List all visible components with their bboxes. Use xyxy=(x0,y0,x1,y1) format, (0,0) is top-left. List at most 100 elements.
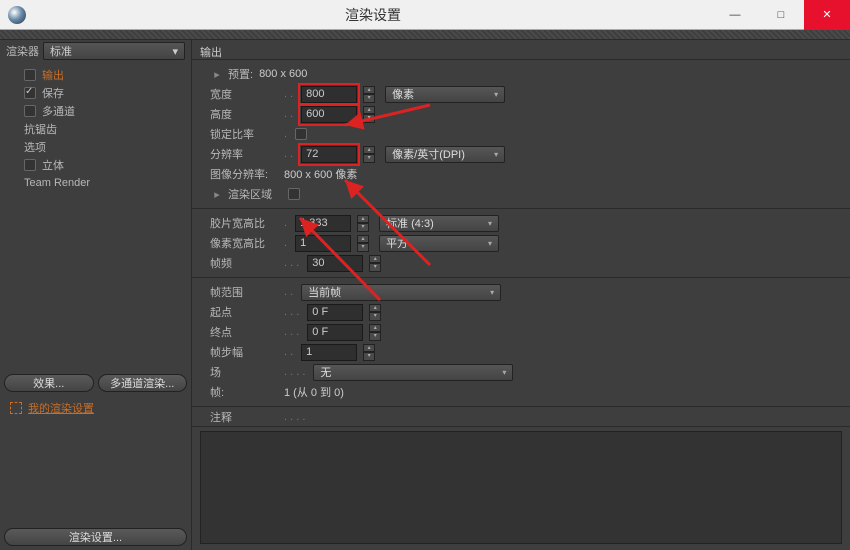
renderer-dropdown[interactable]: 标准 ▾ xyxy=(43,42,185,60)
width-stepper[interactable]: ▴▾ xyxy=(363,86,375,103)
height-input[interactable]: 600 xyxy=(301,106,357,123)
render-settings-button[interactable]: 渲染设置... xyxy=(4,528,187,546)
preset-value: 800 x 600 xyxy=(259,68,307,80)
step-stepper[interactable]: ▴▾ xyxy=(363,344,375,361)
tree-label: 多通道 xyxy=(42,103,75,119)
checkbox[interactable] xyxy=(24,87,36,99)
fps-input[interactable]: 30 xyxy=(307,255,363,272)
region-label: 渲染区域 xyxy=(228,186,284,202)
tree-item-output[interactable]: 输出 xyxy=(0,66,191,84)
resolution-stepper[interactable]: ▴▾ xyxy=(363,146,375,163)
lockratio-label: 锁定比率 xyxy=(210,126,280,142)
minimize-button[interactable]: — xyxy=(712,0,758,30)
from-input[interactable]: 0 F xyxy=(307,304,363,321)
notes-label: 注释 xyxy=(210,409,280,425)
chevron-down-icon: ▾ xyxy=(490,288,494,297)
pixasp-stepper[interactable]: ▴▾ xyxy=(357,235,369,252)
tree-label: 选项 xyxy=(24,139,46,155)
dots: . . xyxy=(284,148,293,160)
height-stepper[interactable]: ▴▾ xyxy=(363,106,375,123)
chevron-down-icon: ▾ xyxy=(488,219,492,228)
step-label: 帧步幅 xyxy=(210,344,280,360)
filmasp-dropdown[interactable]: 标准 (4:3)▾ xyxy=(379,215,499,232)
resolution-input[interactable]: 72 xyxy=(301,146,357,163)
tree-item-teamrender[interactable]: Team Render xyxy=(0,174,191,192)
disclosure-icon[interactable]: ▸ xyxy=(210,68,224,81)
disclosure-icon[interactable]: ▸ xyxy=(210,188,224,201)
width-input[interactable]: 800 xyxy=(301,86,357,103)
region-checkbox[interactable] xyxy=(288,188,300,200)
myconfig-link[interactable]: 我的渲染设置 xyxy=(28,400,94,416)
checkbox[interactable] xyxy=(24,105,36,117)
fps-value: 30 xyxy=(312,257,324,269)
dots: . xyxy=(284,217,287,229)
filmasp-input[interactable]: 1.333 xyxy=(295,215,351,232)
tree-label: 抗锯齿 xyxy=(24,121,57,137)
pixasp-dropdown[interactable]: 平方▾ xyxy=(379,235,499,252)
resolution-value: 72 xyxy=(306,148,318,160)
to-stepper[interactable]: ▴▾ xyxy=(369,324,381,341)
lockratio-checkbox[interactable] xyxy=(295,128,307,140)
width-unit-dropdown[interactable]: 像素▾ xyxy=(385,86,505,103)
app-icon xyxy=(8,6,26,24)
from-stepper[interactable]: ▴▾ xyxy=(369,304,381,321)
effects-button[interactable]: 效果... xyxy=(4,374,94,392)
range-label: 帧范围 xyxy=(210,284,280,300)
from-label: 起点 xyxy=(210,304,280,320)
from-value: 0 F xyxy=(312,306,328,318)
filmasp-label: 胶片宽高比 xyxy=(210,215,280,231)
tree-item-options[interactable]: 选项 xyxy=(0,138,191,156)
to-input[interactable]: 0 F xyxy=(307,324,363,341)
filmasp-stepper[interactable]: ▴▾ xyxy=(357,215,369,232)
to-value: 0 F xyxy=(312,326,328,338)
multipass-button[interactable]: 多通道渲染... xyxy=(98,374,188,392)
fps-stepper[interactable]: ▴▾ xyxy=(369,255,381,272)
window-title: 渲染设置 xyxy=(34,5,712,25)
step-value: 1 xyxy=(306,346,312,358)
main-panel: 输出 ▸ 预置: 800 x 600 宽度. . 800 ▴▾ 像素▾ 高度. xyxy=(192,40,850,550)
renderer-label: 渲染器 xyxy=(6,43,39,59)
dots: . . . xyxy=(284,306,299,318)
dots: . xyxy=(284,237,287,249)
checkbox[interactable] xyxy=(24,159,36,171)
tree-item-multipass[interactable]: 多通道 xyxy=(0,102,191,120)
dots: . xyxy=(284,128,287,140)
settings-tree: 输出 保存 多通道 抗锯齿 选项 立体 Team Render xyxy=(0,62,191,192)
pixasp-label: 像素宽高比 xyxy=(210,235,280,251)
range-value: 当前帧 xyxy=(308,284,341,300)
dots: . . . xyxy=(284,257,299,269)
resolution-unit-dropdown[interactable]: 像素/英寸(DPI)▾ xyxy=(385,146,505,163)
step-input[interactable]: 1 xyxy=(301,344,357,361)
dots: . . . . xyxy=(284,366,305,378)
imgres-label: 图像分辨率: xyxy=(210,166,280,182)
chevron-down-icon: ▾ xyxy=(488,239,492,248)
tree-item-aa[interactable]: 抗锯齿 xyxy=(0,120,191,138)
resolution-label: 分辨率 xyxy=(210,146,280,162)
notes-textarea[interactable] xyxy=(200,431,842,544)
grip-bar xyxy=(0,30,850,40)
panel-header: 输出 xyxy=(192,42,850,60)
checkbox[interactable] xyxy=(24,69,36,81)
chevron-down-icon: ▾ xyxy=(502,368,506,377)
chevron-down-icon: ▾ xyxy=(172,45,178,58)
width-value: 800 xyxy=(306,88,324,100)
imgres-value: 800 x 600 像素 xyxy=(284,166,357,182)
field-dropdown[interactable]: 无▾ xyxy=(313,364,513,381)
tree-item-stereo[interactable]: 立体 xyxy=(0,156,191,174)
pixasp-value: 1 xyxy=(300,237,306,249)
chevron-down-icon: ▾ xyxy=(494,150,498,159)
titlebar: 渲染设置 — □ ✕ xyxy=(0,0,850,30)
dots: . . xyxy=(284,286,293,298)
sidebar: 渲染器 标准 ▾ 输出 保存 多通道 抗锯齿 选项 立体 Team Render xyxy=(0,40,192,550)
close-button[interactable]: ✕ xyxy=(804,0,850,30)
tree-label: Team Render xyxy=(24,177,90,189)
chevron-down-icon: ▾ xyxy=(494,90,498,99)
tree-item-save[interactable]: 保存 xyxy=(0,84,191,102)
pixasp-input[interactable]: 1 xyxy=(295,235,351,252)
preset-label: 预置: xyxy=(228,66,253,82)
to-label: 终点 xyxy=(210,324,280,340)
range-dropdown[interactable]: 当前帧 ▾ xyxy=(301,284,501,301)
field-label: 场 xyxy=(210,364,280,380)
field-value: 无 xyxy=(320,364,331,380)
maximize-button[interactable]: □ xyxy=(758,0,804,30)
